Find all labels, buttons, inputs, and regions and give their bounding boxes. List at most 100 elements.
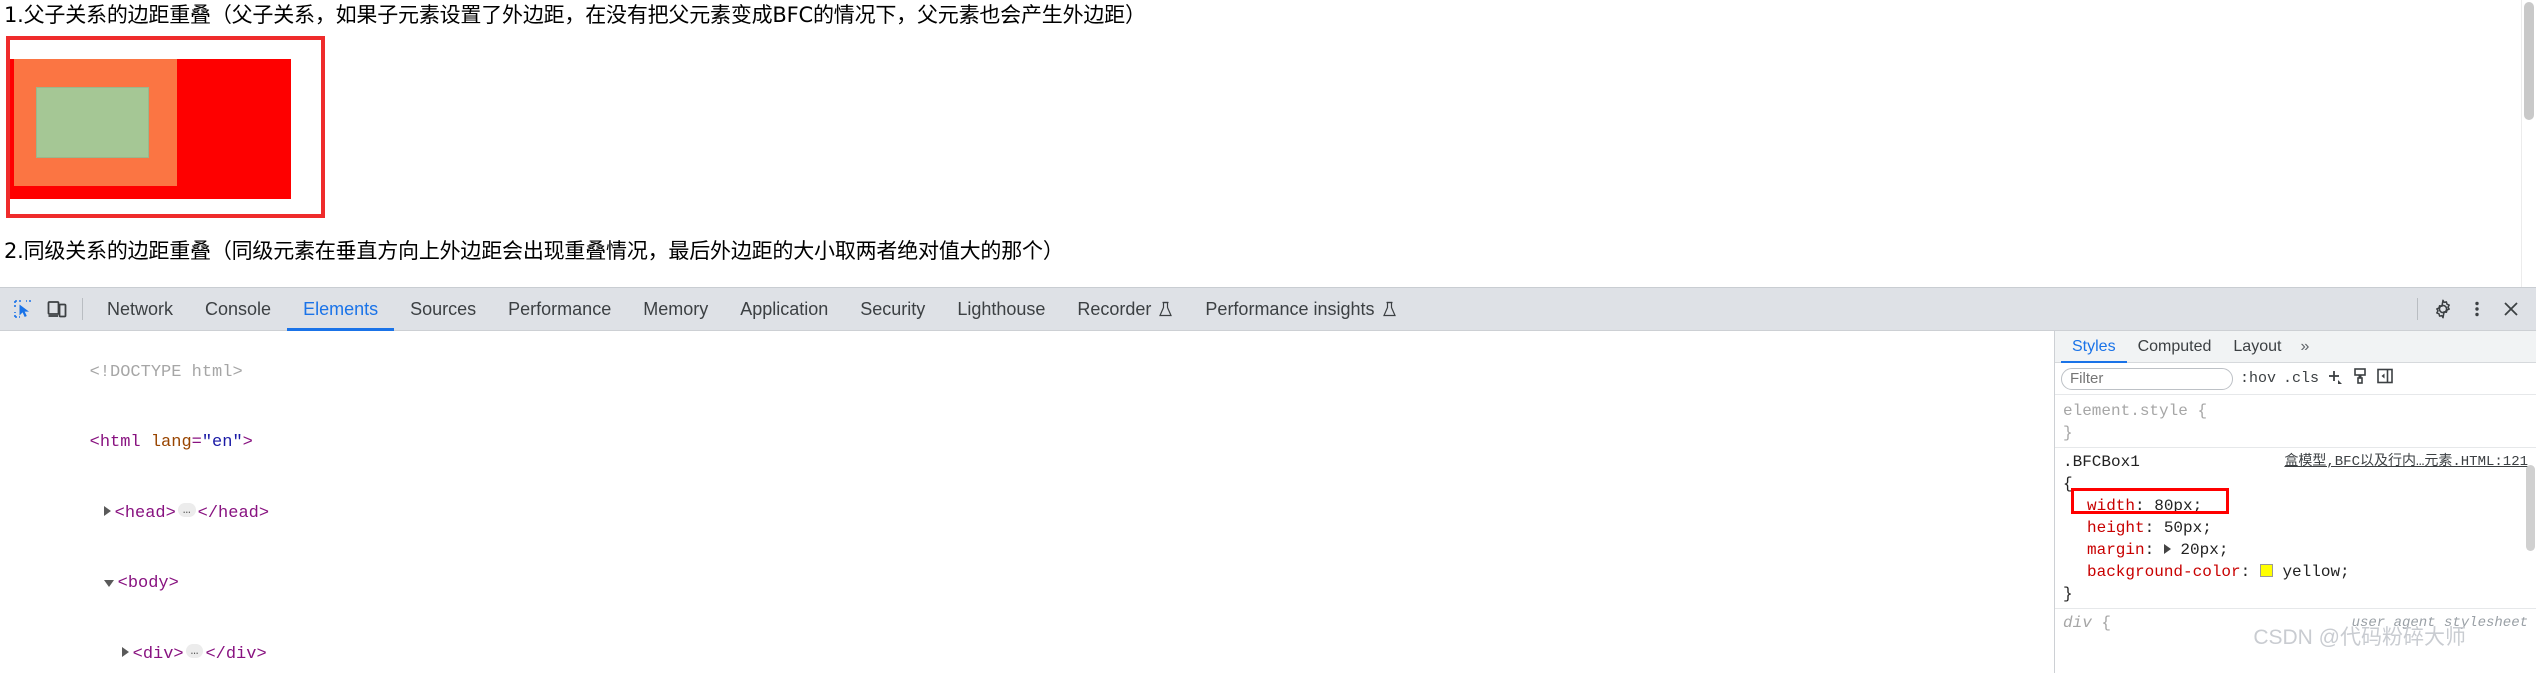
property-value[interactable]: 50px [2164,519,2202,537]
doctype-text: <!DOCTYPE html> [89,362,243,382]
rule-bfcbox1-selector[interactable]: .BFCBox1 盒模型,BFC以及行内…元素.HTML:121 [2055,451,2536,473]
cls-toggle-button[interactable]: .cls [2283,370,2319,387]
chevron-double-right-icon[interactable]: » [2292,338,2317,356]
collapsed-ellipsis-badge[interactable]: … [185,644,204,659]
styles-tab-layout[interactable]: Layout [2222,331,2292,363]
body-open-tag: <body> [117,574,179,593]
semicolon-4: ; [2340,563,2350,581]
colon-4: : [2240,563,2260,581]
expand-triangle-icon[interactable] [103,506,111,517]
flask-experimental-icon [1158,301,1173,318]
toggle-sidebar-icon[interactable] [2376,367,2394,390]
rule-source-label: user agent stylesheet [2351,615,2528,631]
expand-shorthand-triangle-icon[interactable] [2163,543,2171,554]
div-close-tag: </div> [205,644,267,664]
close-brace-char: } [2063,585,2073,603]
color-swatch[interactable] [2259,564,2273,578]
device-toolbar-icon[interactable] [40,292,74,326]
styles-scrollbar-thumb[interactable] [2526,465,2535,551]
devtools-tab-security[interactable]: Security [844,288,941,331]
inspect-element-icon[interactable] [6,292,40,326]
dom-line-head[interactable]: <head>… </head> [0,478,2054,549]
tab-label: Memory [643,298,709,319]
property-name[interactable]: height [2087,519,2145,537]
devtools-tab-application[interactable]: Application [724,288,844,331]
plus-icon[interactable] [2326,368,2344,390]
page-scrollbar[interactable] [2521,0,2536,287]
tab-label: Computed [2137,337,2212,355]
declaration-height[interactable]: height: 50px; [2055,517,2536,539]
property-value[interactable]: yellow [2282,563,2340,581]
gear-icon[interactable] [2426,292,2460,326]
styles-rules-list: element.style { } .BFCBox1 盒模型,BFC以及行内…元素… [2055,395,2536,634]
tab-label: Elements [303,298,379,319]
rule-divider [2055,447,2536,448]
semicolon-1: ; [2192,497,2203,515]
property-value[interactable]: 20px [2180,541,2218,559]
declaration-background-color[interactable]: background-color: yellow; [2055,561,2536,583]
dom-tree-panel[interactable]: <!DOCTYPE html> <html lang="en"> <head>…… [0,331,2054,673]
styles-panel-tabs: Styles Computed Layout » [2055,331,2536,363]
dom-line-doctype[interactable]: <!DOCTYPE html> [0,337,2054,408]
devtools-tab-lighthouse[interactable]: Lighthouse [941,288,1061,331]
kebab-menu-icon[interactable] [2460,292,2494,326]
devtools-tab-network[interactable]: Network [91,288,189,331]
div-open-tag: <div> [132,644,184,664]
hov-toggle-button[interactable]: :hov [2240,370,2276,387]
devtools-tab-recorder[interactable]: Recorder [1061,288,1189,331]
rule-source-link[interactable]: 盒模型,BFC以及行内…元素.HTML:121 [2284,451,2528,473]
tab-label: Sources [410,298,477,319]
styles-panel: Styles Computed Layout » :hov .cls [2054,331,2536,673]
open-brace [2188,402,2198,420]
toolbar-divider-right [2417,298,2418,320]
collapse-triangle-icon[interactable] [103,580,114,588]
tab-label: Security [860,298,926,319]
margin-collapse-demo [6,36,325,218]
property-name[interactable]: width [2087,497,2135,515]
rule-element-style-selector[interactable]: element.style { [2055,400,2536,422]
head-close-tag: </head> [197,503,270,523]
dom-line-div-collapsed[interactable]: <div>… </div> [0,619,2054,673]
devtools-tab-memory[interactable]: Memory [627,288,724,331]
page-scrollbar-thumb[interactable] [2524,2,2534,120]
expand-triangle-icon[interactable] [121,647,129,658]
dom-line-body[interactable]: <body> [0,549,2054,620]
devtools-tab-performance-insights[interactable]: Performance insights [1189,288,1412,331]
html-open-tag: <html [89,433,141,452]
devtools-tab-console[interactable]: Console [189,288,287,331]
open-brace-char: { [2063,475,2073,493]
tab-label: Layout [2233,337,2282,355]
tab-label: Application [740,298,829,319]
styles-tab-computed[interactable]: Computed [2127,331,2223,363]
styles-tab-styles[interactable]: Styles [2061,331,2127,363]
page-text-line-1: 1.父子关系的边距重叠（父子关系，如果子元素设置了外边距，在没有把父元素变成BF… [4,3,1146,27]
declaration-width[interactable]: width: 80px; [2055,495,2536,517]
property-name[interactable]: background-color [2087,563,2241,581]
space-4 [2273,563,2283,581]
devtools-panel: Network Console Elements Sources Perform… [0,287,2536,673]
collapsed-ellipsis-badge[interactable]: … [177,503,196,518]
rule-element-style-close: } [2055,422,2536,444]
devtools-tab-sources[interactable]: Sources [394,288,492,331]
close-icon[interactable] [2494,292,2528,326]
colon-1: : [2135,497,2155,515]
toolbar-divider [82,298,83,320]
devtools-body: <!DOCTYPE html> <html lang="en"> <head>…… [0,331,2536,673]
selector-text: element.style [2063,402,2188,420]
colon-2: : [2144,519,2164,537]
styles-filter-input[interactable] [2061,367,2233,390]
dom-line-html[interactable]: <html lang="en"> [0,408,2054,479]
open-brace-char: { [2197,402,2208,420]
devtools-tab-elements[interactable]: Elements [287,288,394,331]
devtools-tab-performance[interactable]: Performance [492,288,627,331]
rule-div-selector[interactable]: div {user agent stylesheet [2055,612,2536,634]
new-style-rule-icon[interactable] [2351,367,2369,390]
colon-3: : [2144,541,2164,559]
property-value[interactable]: 80px [2154,497,2192,515]
property-name[interactable]: margin [2087,541,2145,559]
styles-filter-bar: :hov .cls [2055,363,2536,395]
tab-label: Recorder [1077,298,1152,319]
head-open-tag: <head> [114,503,176,523]
declaration-margin[interactable]: margin: 20px; [2055,539,2536,561]
rule-bfcbox1-close: } [2055,583,2536,605]
